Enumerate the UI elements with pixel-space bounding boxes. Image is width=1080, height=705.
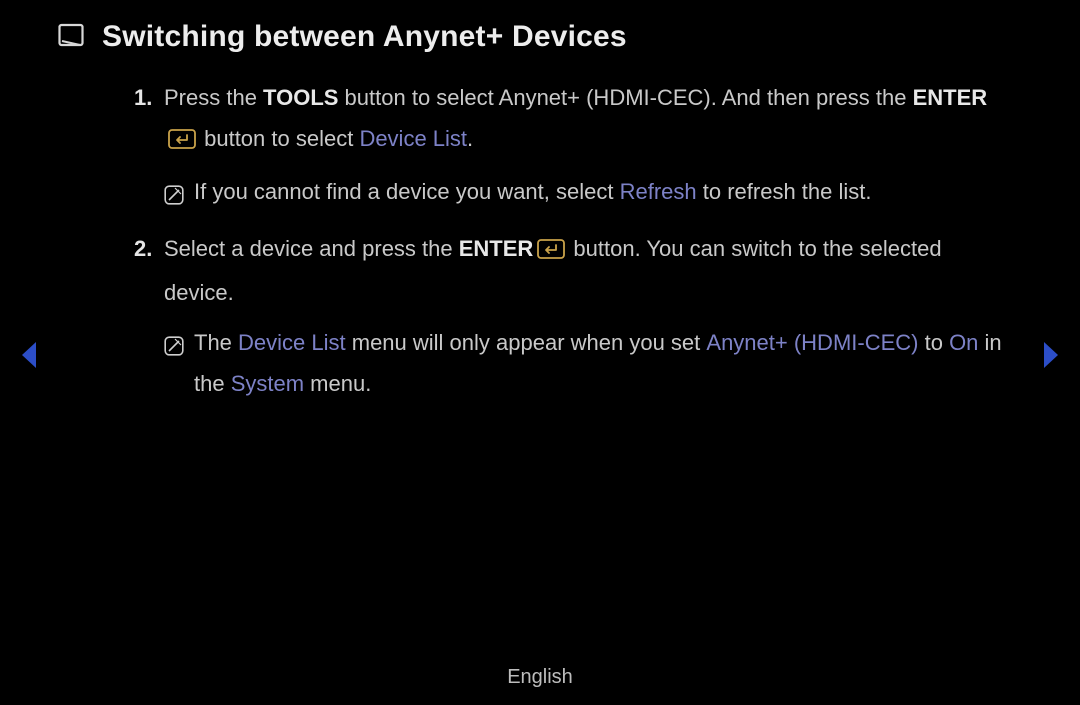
enter-label: ENTER <box>913 85 988 110</box>
text: Press the <box>164 85 263 110</box>
note-2: The Device List menu will only appear wh… <box>134 323 1002 404</box>
text: The <box>194 330 238 355</box>
device-list-label: Device List <box>238 330 346 355</box>
system-label: System <box>231 371 304 396</box>
text: menu will only appear when you set <box>346 330 707 355</box>
step-2: 2. Select a device and press the ENTER b… <box>134 229 1002 313</box>
text: to refresh the list. <box>697 179 872 204</box>
note-text: The Device List menu will only appear wh… <box>194 323 1002 404</box>
on-label: On <box>949 330 978 355</box>
step-1: 1. Press the TOOLS button to select Anyn… <box>134 78 1002 162</box>
step-text: Press the TOOLS button to select Anynet+… <box>164 78 1002 162</box>
text: to <box>918 330 949 355</box>
note-icon <box>164 178 184 219</box>
refresh-label: Refresh <box>620 179 697 204</box>
nav-next-button[interactable] <box>1040 340 1062 375</box>
enter-icon <box>168 122 196 163</box>
step-number: 1. <box>134 78 156 162</box>
text: If you cannot find a device you want, se… <box>194 179 620 204</box>
enter-icon <box>537 232 565 273</box>
title-row: Switching between Anynet+ Devices <box>58 20 1022 54</box>
device-list-label: Device List <box>359 126 467 151</box>
enter-label: ENTER <box>459 236 534 261</box>
footer-language: English <box>0 666 1080 689</box>
text: button to select <box>198 126 359 151</box>
text: . <box>467 126 473 151</box>
note-icon <box>164 329 184 404</box>
tools-label: TOOLS <box>263 85 338 110</box>
text: Select a device and press the <box>164 236 459 261</box>
section-icon <box>58 22 84 53</box>
text: menu. <box>304 371 371 396</box>
text: button to select Anynet+ (HDMI-CEC). And… <box>338 85 912 110</box>
page-title: Switching between Anynet+ Devices <box>102 20 627 54</box>
step-text: Select a device and press the ENTER butt… <box>164 229 1002 313</box>
step-number: 2. <box>134 229 156 313</box>
anynet-label: Anynet+ (HDMI-CEC) <box>706 330 918 355</box>
nav-previous-button[interactable] <box>18 340 40 375</box>
content-body: 1. Press the TOOLS button to select Anyn… <box>58 78 1022 405</box>
note-1: If you cannot find a device you want, se… <box>134 172 1002 219</box>
note-text: If you cannot find a device you want, se… <box>194 172 872 219</box>
